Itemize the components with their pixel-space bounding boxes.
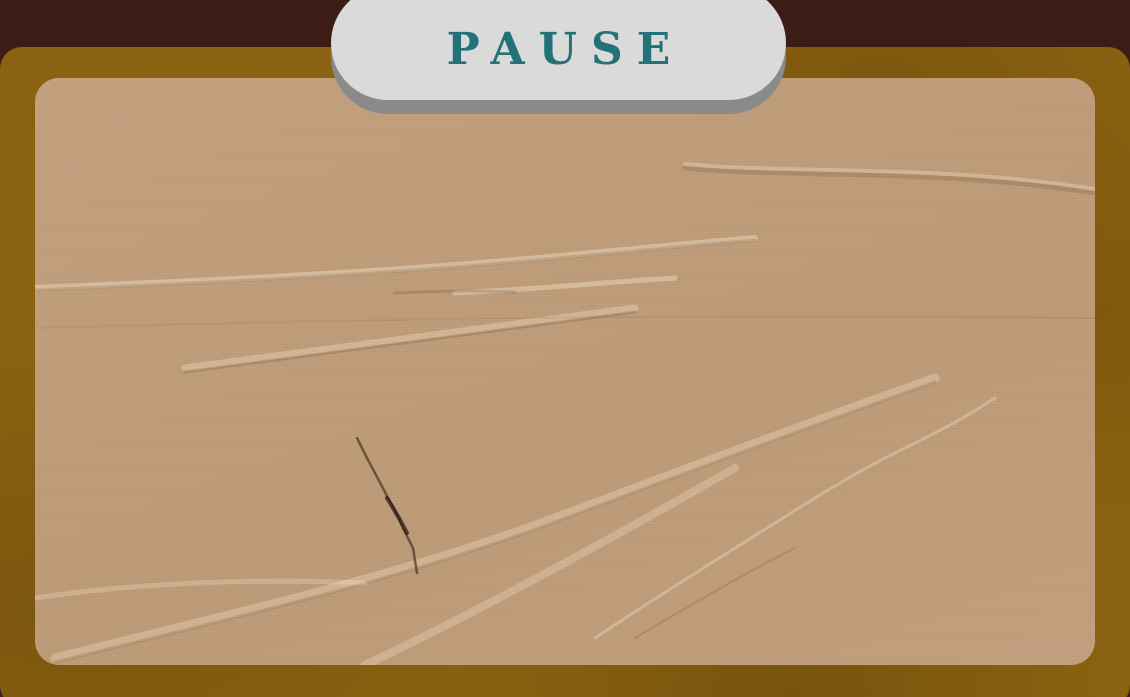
pause-title-banner: PAUSE [331, 0, 786, 100]
pause-title: PAUSE [446, 23, 685, 75]
pause-panel-paper [35, 78, 1095, 665]
paper-wrinkles [35, 162, 1095, 665]
pause-screen: PAUSE [0, 0, 1130, 697]
